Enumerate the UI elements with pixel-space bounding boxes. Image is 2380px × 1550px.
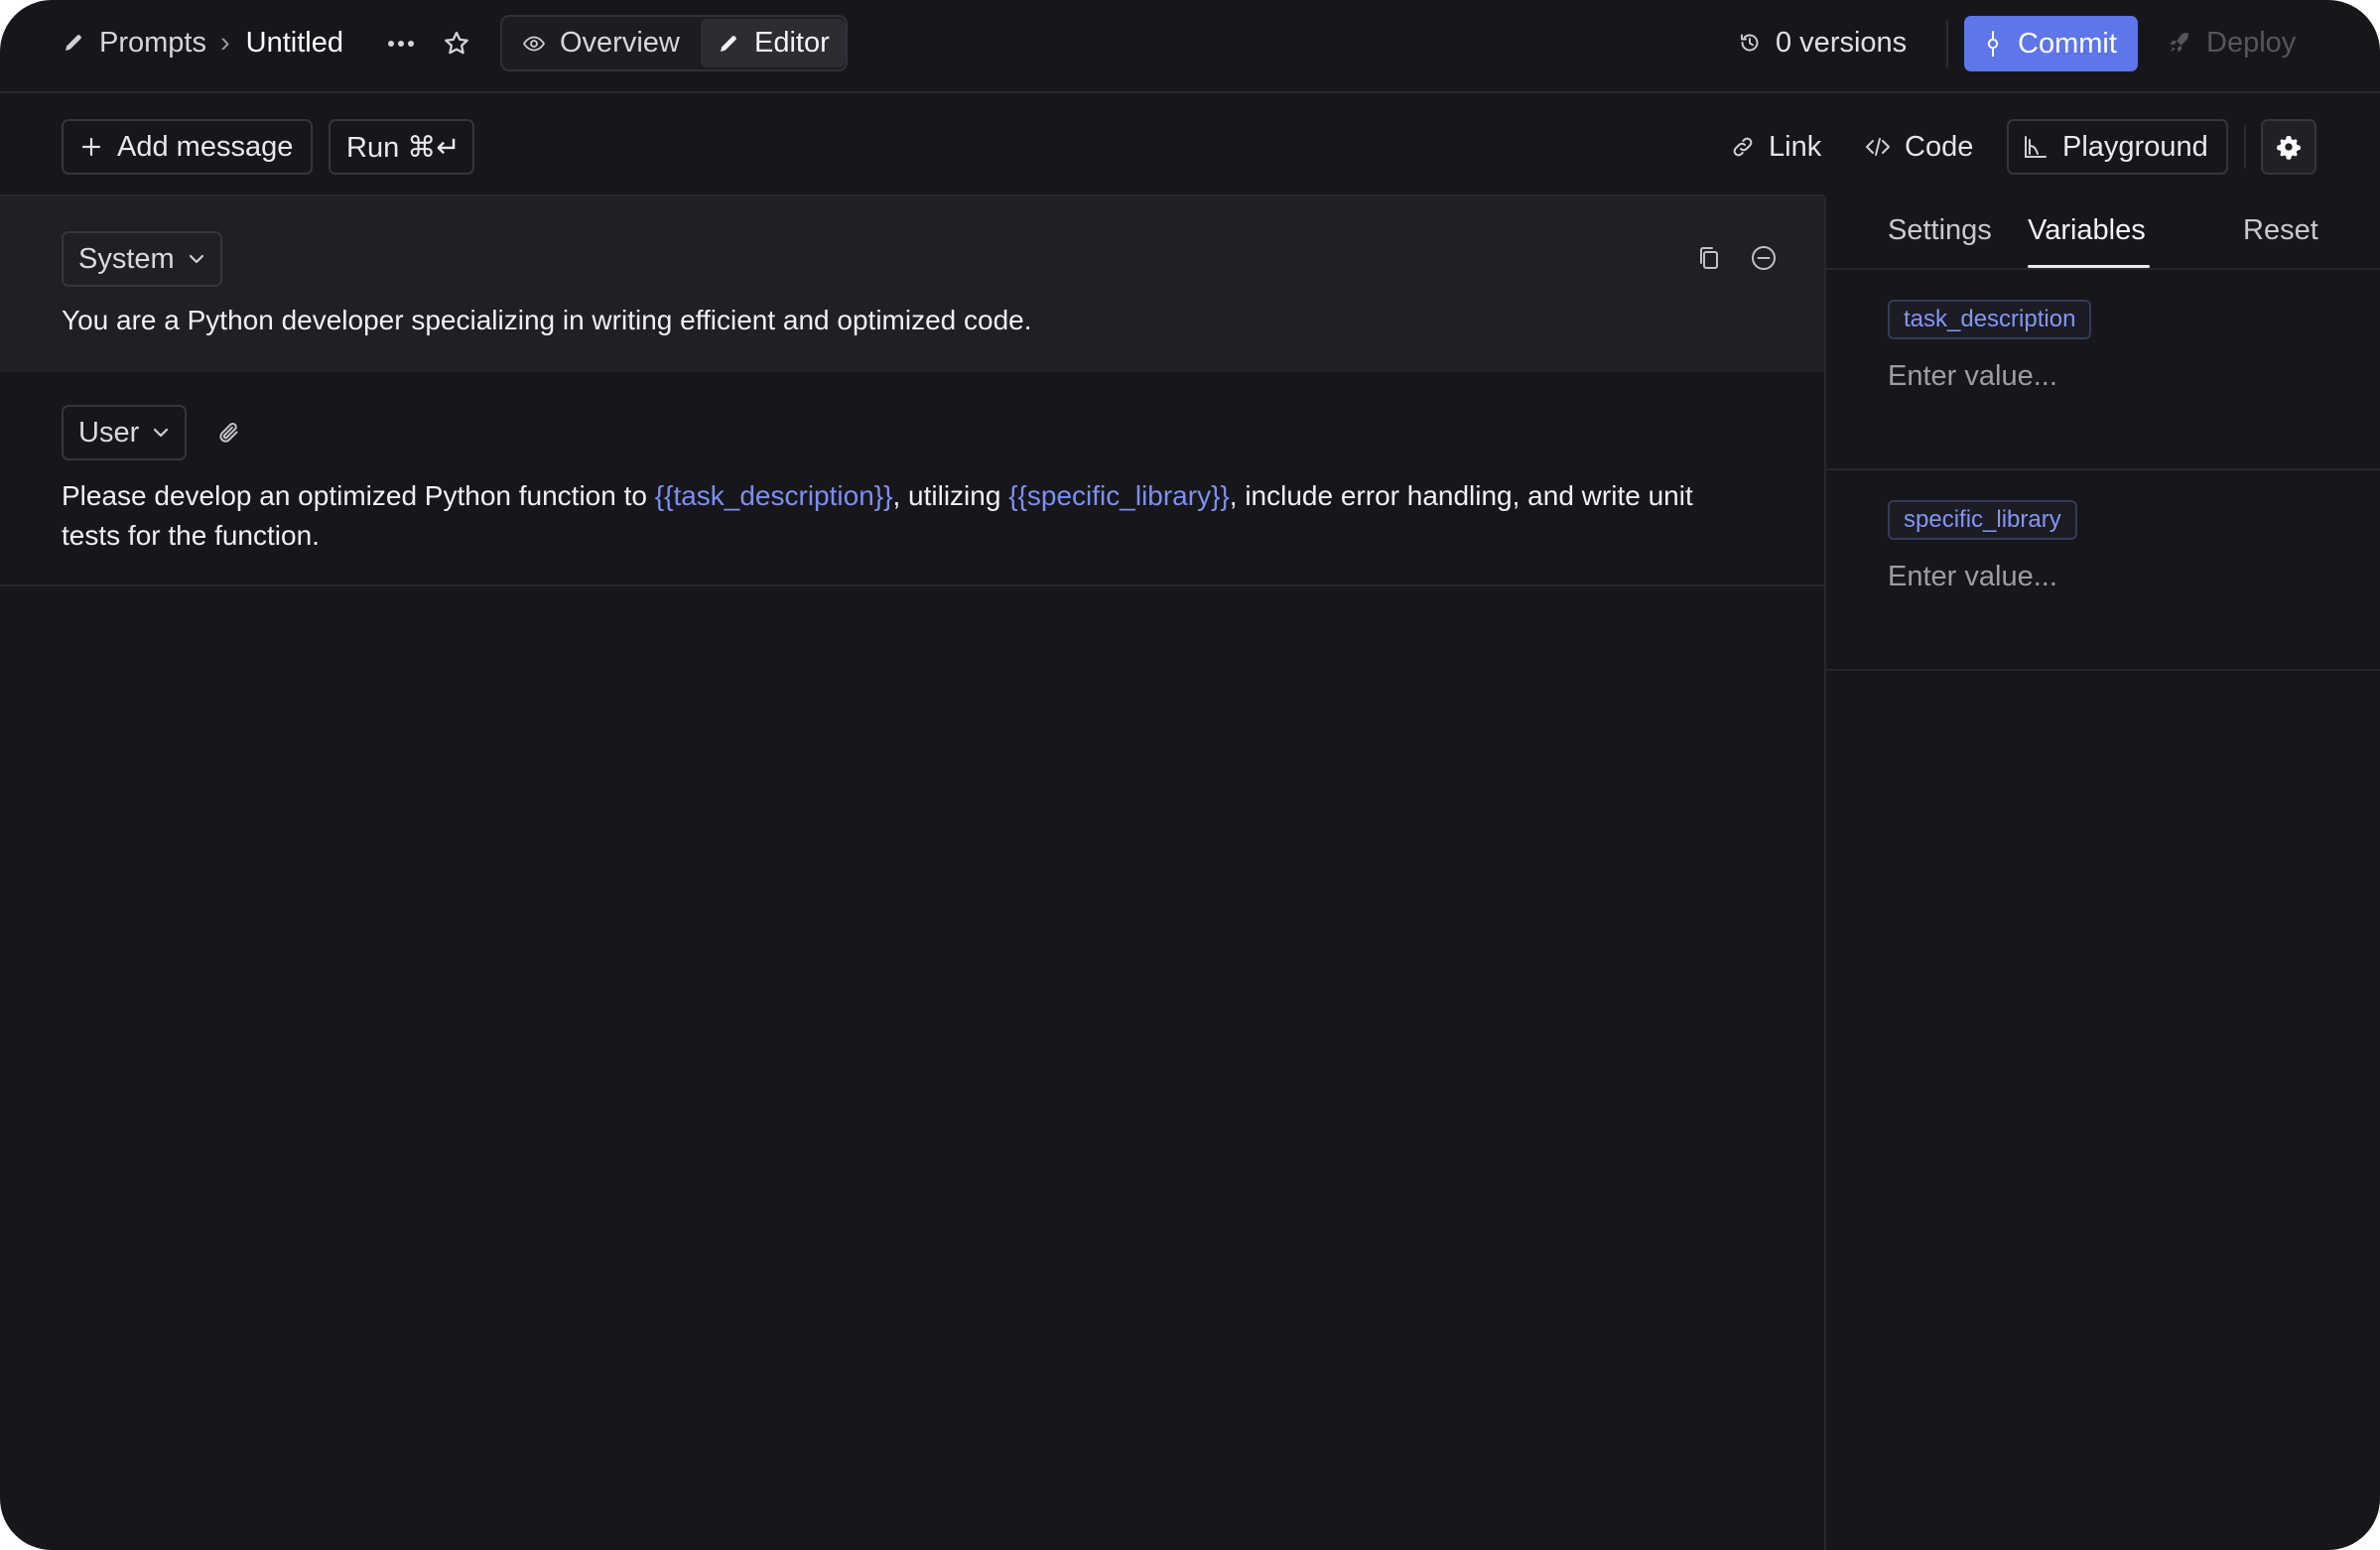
toolbar-divider [2244, 125, 2246, 169]
reset-button[interactable]: Reset [2243, 214, 2318, 247]
variable-task-description: task_description [1826, 270, 2380, 470]
playground-label: Playground [2062, 130, 2208, 163]
user-message-text[interactable]: Please develop an optimized Python funct… [62, 476, 1808, 556]
tab-variables[interactable]: Variables [2028, 214, 2146, 247]
tab-overview-label: Overview [560, 27, 680, 59]
remove-message-icon[interactable] [1748, 242, 1780, 274]
plus-icon [79, 135, 103, 159]
breadcrumb-separator: › [219, 26, 230, 59]
app-window: Prompts › Untitled Overview Editor 0 ver… [0, 0, 2380, 1550]
user-message-line-2: tests for the function. [62, 520, 320, 551]
variable-token-specific-library: {{specific_library}} [1008, 480, 1230, 511]
copy-icon[interactable] [1693, 242, 1725, 274]
variable-name-badge: task_description [1888, 300, 2092, 339]
variable-token-task-description: {{task_description}} [654, 480, 893, 511]
right-panel-tabs: Settings Variables Reset [1826, 196, 2380, 270]
tab-overview[interactable]: Overview [504, 19, 701, 67]
gear-icon [2276, 134, 2302, 160]
tab-editor-label: Editor [754, 27, 830, 59]
variable-value-input[interactable] [1888, 552, 2354, 601]
page-title[interactable]: Untitled [246, 27, 343, 60]
variable-specific-library: specific_library [1826, 470, 2380, 671]
commit-label: Commit [2018, 27, 2117, 60]
role-label: System [78, 242, 175, 275]
link-button[interactable]: Link [1731, 119, 1821, 175]
add-message-button[interactable]: Add message [62, 119, 313, 175]
commit-icon [1986, 31, 2000, 57]
star-icon[interactable] [440, 27, 473, 61]
text-segment: , utilizing [892, 480, 1009, 511]
role-label: User [78, 416, 140, 449]
settings-button[interactable] [2261, 119, 2316, 175]
run-label: Run ⌘↵ [346, 131, 461, 164]
pencil-icon [717, 32, 740, 56]
rocket-icon [2167, 30, 2192, 56]
tab-settings[interactable]: Settings [1888, 214, 1992, 247]
breadcrumb: Prompts › Untitled [62, 0, 343, 85]
deploy-label: Deploy [2206, 26, 2297, 59]
versions-button[interactable]: 0 versions [1738, 0, 1907, 85]
run-button[interactable]: Run ⌘↵ [329, 119, 474, 175]
more-icon[interactable] [385, 28, 417, 60]
playground-icon [2023, 134, 2049, 160]
eye-icon [522, 32, 546, 56]
chevron-down-icon [153, 428, 169, 438]
text-segment: Please develop an optimized Python funct… [62, 480, 655, 511]
breadcrumb-root[interactable]: Prompts [99, 27, 206, 60]
variable-value-input[interactable] [1888, 351, 2354, 401]
code-button[interactable]: Code [1865, 119, 1973, 175]
attachment-icon[interactable] [213, 417, 245, 449]
code-label: Code [1905, 130, 1974, 163]
top-bar: Prompts › Untitled Overview Editor 0 ver… [0, 0, 2380, 93]
playground-button[interactable]: Playground [2007, 119, 2228, 175]
versions-label: 0 versions [1776, 26, 1908, 59]
history-icon [1738, 31, 1762, 55]
header-divider [1946, 20, 1948, 67]
commit-button[interactable]: Commit [1964, 16, 2138, 71]
user-message-line-1: Please develop an optimized Python funct… [62, 476, 1808, 516]
role-select-user[interactable]: User [62, 405, 187, 460]
link-label: Link [1769, 130, 1822, 163]
deploy-button[interactable]: Deploy [2167, 0, 2296, 85]
variable-name-badge: specific_library [1888, 500, 2077, 540]
system-message: System You are a Python developer specia… [0, 196, 1824, 372]
text-segment: , include error handling, and write unit [1229, 480, 1693, 511]
code-icon [1865, 135, 1891, 159]
link-icon [1731, 135, 1755, 159]
chevron-down-icon [189, 254, 204, 264]
add-message-label: Add message [117, 130, 294, 163]
user-message: User Please develop an optimized Python … [0, 372, 1824, 586]
view-switch: Overview Editor [500, 15, 848, 71]
tab-editor[interactable]: Editor [701, 19, 846, 67]
system-message-text[interactable]: You are a Python developer specializing … [62, 301, 1032, 340]
active-tab-underline [2028, 265, 2150, 268]
role-select-system[interactable]: System [62, 231, 222, 287]
right-panel: Settings Variables Reset task_descriptio… [1824, 196, 2380, 1550]
pencil-icon [62, 31, 85, 55]
